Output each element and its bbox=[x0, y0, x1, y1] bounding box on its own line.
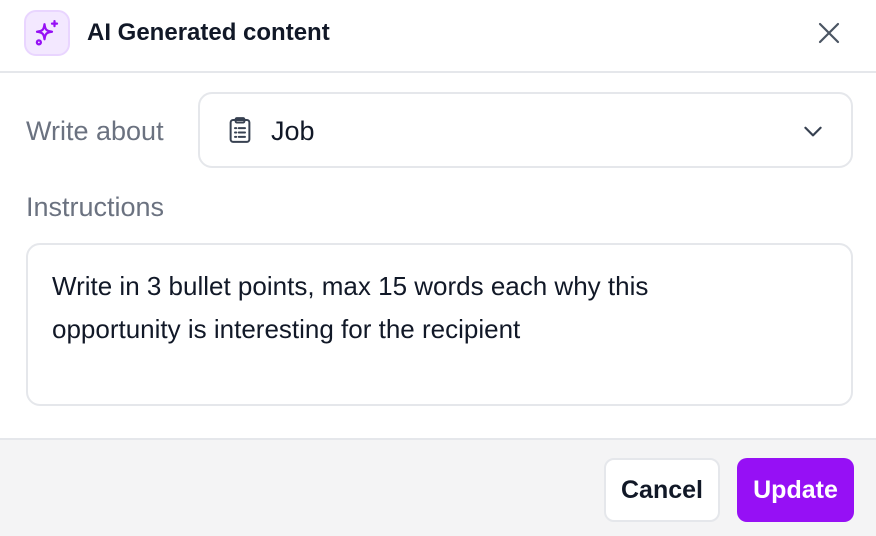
dialog-footer: Cancel Update bbox=[0, 438, 876, 536]
write-about-value: Job bbox=[271, 116, 315, 146]
close-icon bbox=[818, 22, 840, 44]
dialog-title: AI Generated content bbox=[87, 19, 330, 46]
instructions-textarea[interactable]: Write in 3 bullet points, max 15 words e… bbox=[26, 243, 853, 406]
cancel-button[interactable]: Cancel bbox=[604, 458, 720, 522]
update-button[interactable]: Update bbox=[737, 458, 854, 522]
ai-content-dialog: AI Generated content Write about Job Ins… bbox=[0, 0, 876, 536]
chevron-down-icon bbox=[804, 126, 822, 137]
close-button[interactable] bbox=[812, 16, 846, 50]
sparkles-icon bbox=[24, 10, 70, 56]
write-about-label: Write about bbox=[26, 116, 164, 146]
dialog-header: AI Generated content bbox=[0, 0, 876, 73]
write-about-select[interactable]: Job bbox=[198, 92, 853, 168]
clipboard-list-icon bbox=[229, 117, 251, 143]
instructions-text: Write in 3 bullet points, max 15 words e… bbox=[52, 271, 649, 344]
instructions-label: Instructions bbox=[26, 192, 165, 222]
